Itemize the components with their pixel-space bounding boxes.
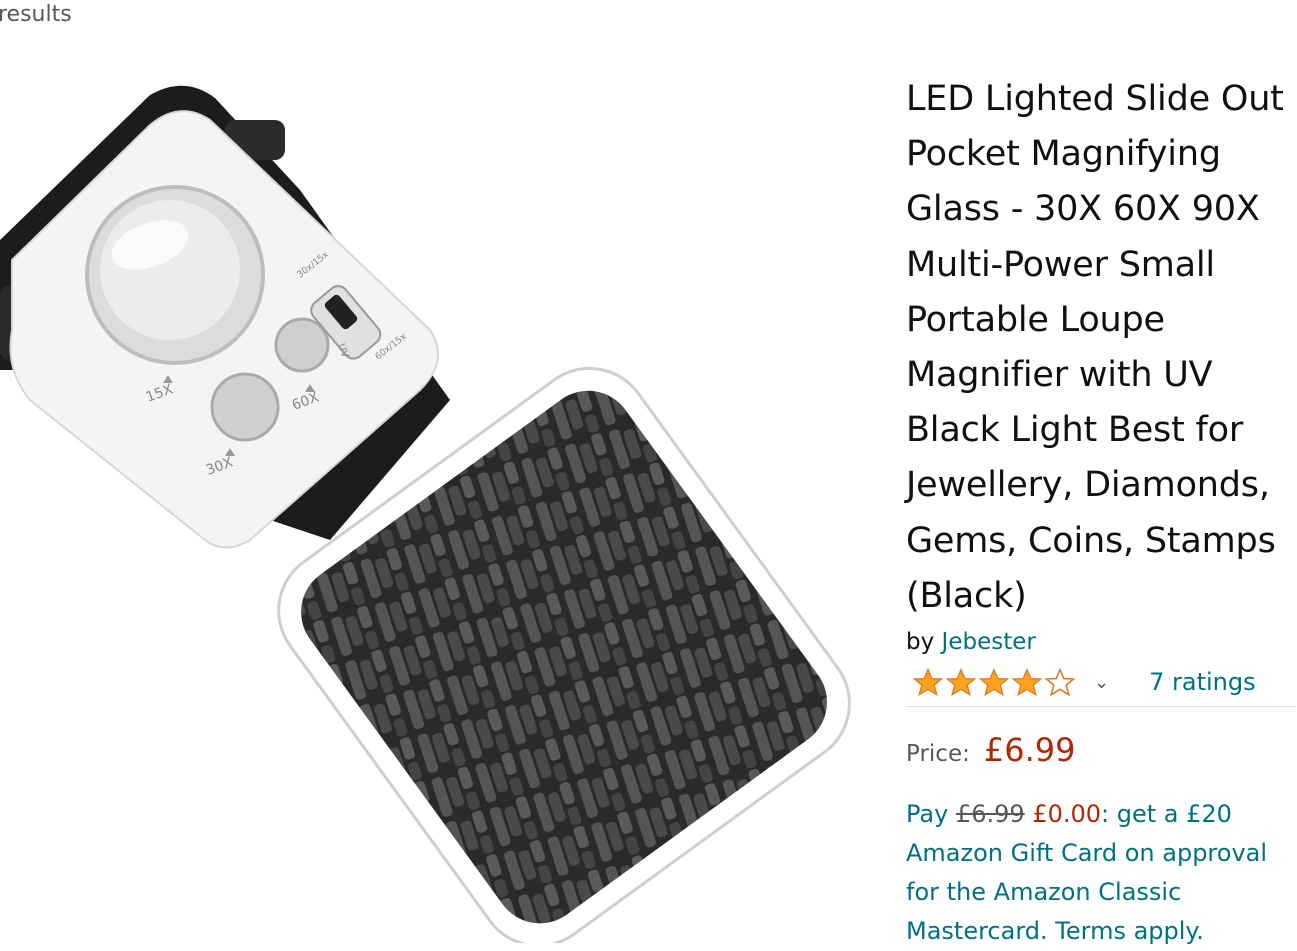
- chevron-down-icon[interactable]: ⌄: [1094, 672, 1109, 693]
- divider: [906, 706, 1296, 708]
- title-line: Black Light Best for: [906, 410, 1244, 451]
- promo-line[interactable]: Mastercard. Terms apply.: [906, 912, 1297, 951]
- byline-prefix: by: [906, 629, 935, 656]
- title-line: Gems, Coins, Stamps: [906, 520, 1276, 561]
- star-full-icon: [978, 667, 1010, 696]
- promo-line[interactable]: Pay £6.99 £0.00: get a £20: [906, 795, 1297, 834]
- price-row: Price: £6.99: [906, 731, 1297, 769]
- promo-line[interactable]: for the Amazon Classic: [906, 873, 1297, 912]
- promo-pay[interactable]: Pay: [906, 800, 948, 828]
- rating-row: ⌄ 7 ratings: [906, 662, 1297, 702]
- title-line: Glass - 30X 60X 90X: [906, 189, 1260, 230]
- title-line: Pocket Magnifying: [906, 134, 1221, 175]
- star-rating[interactable]: [912, 667, 1076, 698]
- price-label: Price:: [906, 741, 970, 768]
- star-empty-icon: [1044, 667, 1076, 696]
- product-details: LED Lighted Slide Out Pocket Magnifying …: [906, 72, 1297, 951]
- title-line: Magnifier with UV: [906, 355, 1213, 396]
- promo-new-price: £0.00: [1032, 800, 1102, 829]
- title-line: Portable Loupe: [906, 299, 1165, 340]
- star-full-icon: [1011, 667, 1043, 696]
- star-full-icon: [912, 667, 944, 696]
- credit-card-promo[interactable]: Pay £6.99 £0.00: get a £20 Amazon Gift C…: [906, 795, 1297, 951]
- product-image[interactable]: 15X 30X 60X UV 30x/15x 60x/15x: [0, 70, 880, 943]
- brand-link[interactable]: Jebester: [942, 629, 1036, 655]
- promo-rest[interactable]: : get a £20: [1101, 800, 1232, 828]
- ratings-count-link[interactable]: 7 ratings: [1149, 668, 1256, 696]
- byline: by Jebester: [906, 626, 1297, 658]
- title-line: Jewellery, Diamonds,: [906, 465, 1270, 506]
- breadcrumb-text[interactable]: results: [0, 2, 72, 27]
- title-line: (Black): [906, 575, 1027, 616]
- promo-line[interactable]: Amazon Gift Card on approval: [906, 834, 1297, 873]
- title-line: LED Lighted Slide Out: [906, 79, 1284, 119]
- promo-old-price: £6.99: [955, 800, 1025, 829]
- star-full-icon: [945, 667, 977, 696]
- title-line: Multi-Power Small: [906, 244, 1215, 285]
- product-title: LED Lighted Slide Out Pocket Magnifying …: [906, 72, 1297, 624]
- price-value: £6.99: [983, 731, 1076, 770]
- breadcrumb[interactable]: results: [0, 0, 72, 30]
